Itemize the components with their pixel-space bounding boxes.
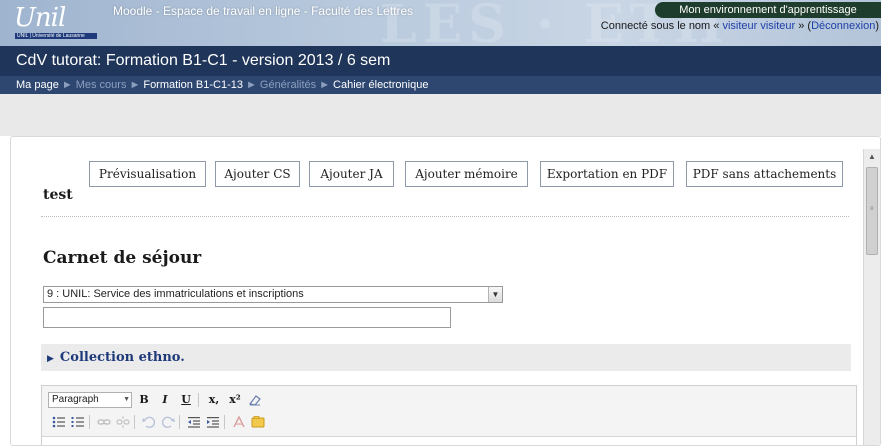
scrollbar-grip-icon: ≡ <box>870 206 874 212</box>
scrollbar-thumb[interactable]: ≡ <box>866 167 878 255</box>
toolbar-divider <box>224 415 225 429</box>
logout-link[interactable]: Déconnexion <box>811 20 875 32</box>
unil-logo[interactable]: Unil <box>14 3 66 33</box>
add-ja-button[interactable]: Ajouter JA <box>309 161 394 187</box>
service-select-value: 9 : UNIL: Service des immatriculations e… <box>47 288 304 300</box>
site-title: Moodle - Espace de travail en ligne - Fa… <box>113 4 414 18</box>
redo-icon[interactable] <box>160 414 176 430</box>
content-top-spacer <box>0 94 881 136</box>
add-cs-button[interactable]: Ajouter CS <box>215 161 300 187</box>
breadcrumb-item-mes-cours[interactable]: Mes cours <box>76 79 127 91</box>
insert-media-icon[interactable] <box>250 414 266 430</box>
panel-scrollbar[interactable]: ▲ ≡ <box>863 149 880 445</box>
unlink-icon[interactable] <box>115 414 131 430</box>
editor-toolbar-row-1: Paragraph ▼ B I U x, x² <box>48 392 263 408</box>
numbered-list-icon[interactable] <box>70 414 86 430</box>
breadcrumb-arrow-icon: ► <box>319 79 331 91</box>
format-select[interactable]: Paragraph ▼ <box>48 392 132 408</box>
subscript-button[interactable]: x, <box>205 392 223 408</box>
breadcrumb-arrow-icon: ► <box>61 79 73 91</box>
breadcrumb: Ma page ► Mes cours ► Formation B1-C1-13 ► Gén… <box>0 76 881 94</box>
collapsible-section-header[interactable]: ▶ Collection ethno. <box>41 344 851 371</box>
add-memoire-button[interactable]: Ajouter mémoire <box>405 161 528 187</box>
scroll-up-arrow-icon[interactable]: ▲ <box>864 149 880 165</box>
indent-icon[interactable] <box>205 414 221 430</box>
editor-toolbar-row-2 <box>48 414 266 430</box>
toolbar-divider <box>198 393 199 407</box>
breadcrumb-item-course[interactable]: Formation B1-C1-13 <box>143 79 243 91</box>
site-header: LES · ETH Unil UNIL | Université de Laus… <box>0 0 881 46</box>
preview-button[interactable]: Prévisualisation <box>89 161 206 187</box>
breadcrumb-arrow-icon: ► <box>246 79 257 91</box>
editor-content-area[interactable] <box>42 436 856 445</box>
learning-environment-tab[interactable]: Mon environnement d'apprentissage <box>655 2 881 18</box>
format-select-value: Paragraph <box>52 394 99 405</box>
toolbar-divider <box>89 415 90 429</box>
unil-logo-subtitle: UNIL | Université de Lausanne <box>15 33 97 39</box>
login-mid: » ( <box>795 20 812 32</box>
bullet-list-icon[interactable] <box>51 414 67 430</box>
link-icon[interactable] <box>96 414 112 430</box>
collapsible-section-title: Collection ethno. <box>59 350 185 365</box>
entry-text-input[interactable] <box>43 307 451 328</box>
underline-button[interactable]: U <box>177 392 195 408</box>
clear-formatting-icon[interactable] <box>247 392 263 408</box>
toolbar-divider <box>179 415 180 429</box>
export-pdf-button[interactable]: Exportation en PDF <box>540 161 674 187</box>
superscript-button[interactable]: x² <box>226 392 244 408</box>
breadcrumb-item-generalites[interactable]: Généralités <box>260 79 316 91</box>
insert-image-icon[interactable] <box>231 414 247 430</box>
italic-button[interactable]: I <box>156 392 174 408</box>
user-profile-link[interactable]: visiteur visiteur <box>722 20 795 32</box>
service-select[interactable]: 9 : UNIL: Service des immatriculations e… <box>43 286 503 303</box>
breadcrumb-item-current: Cahier électronique <box>333 79 429 91</box>
outdent-icon[interactable] <box>186 414 202 430</box>
page-heading: test <box>43 187 73 203</box>
section-heading: Carnet de séjour <box>43 248 202 268</box>
toolbar-divider <box>134 415 135 429</box>
course-title: CdV tutorat: Formation B1-C1 - version 2… <box>0 46 881 76</box>
pdf-no-attachments-button[interactable]: PDF sans attachements <box>686 161 843 187</box>
chevron-down-icon: ▼ <box>123 396 130 403</box>
breadcrumb-item-ma-page[interactable]: Ma page <box>16 79 59 91</box>
bold-button[interactable]: B <box>135 392 153 408</box>
rich-text-editor: Paragraph ▼ B I U x, x² <box>41 385 857 445</box>
login-prefix: Connecté sous le nom « <box>600 20 723 32</box>
breadcrumb-arrow-icon: ► <box>129 79 141 91</box>
heading-divider <box>41 216 849 217</box>
undo-icon[interactable] <box>141 414 157 430</box>
expand-triangle-icon: ▶ <box>47 354 54 364</box>
main-content-panel: Prévisualisation Ajouter CS Ajouter JA A… <box>10 136 881 446</box>
login-suffix: ) <box>875 20 879 32</box>
chevron-down-icon[interactable]: ▼ <box>488 287 502 302</box>
login-info: Connecté sous le nom « visiteur visiteur… <box>601 20 879 32</box>
